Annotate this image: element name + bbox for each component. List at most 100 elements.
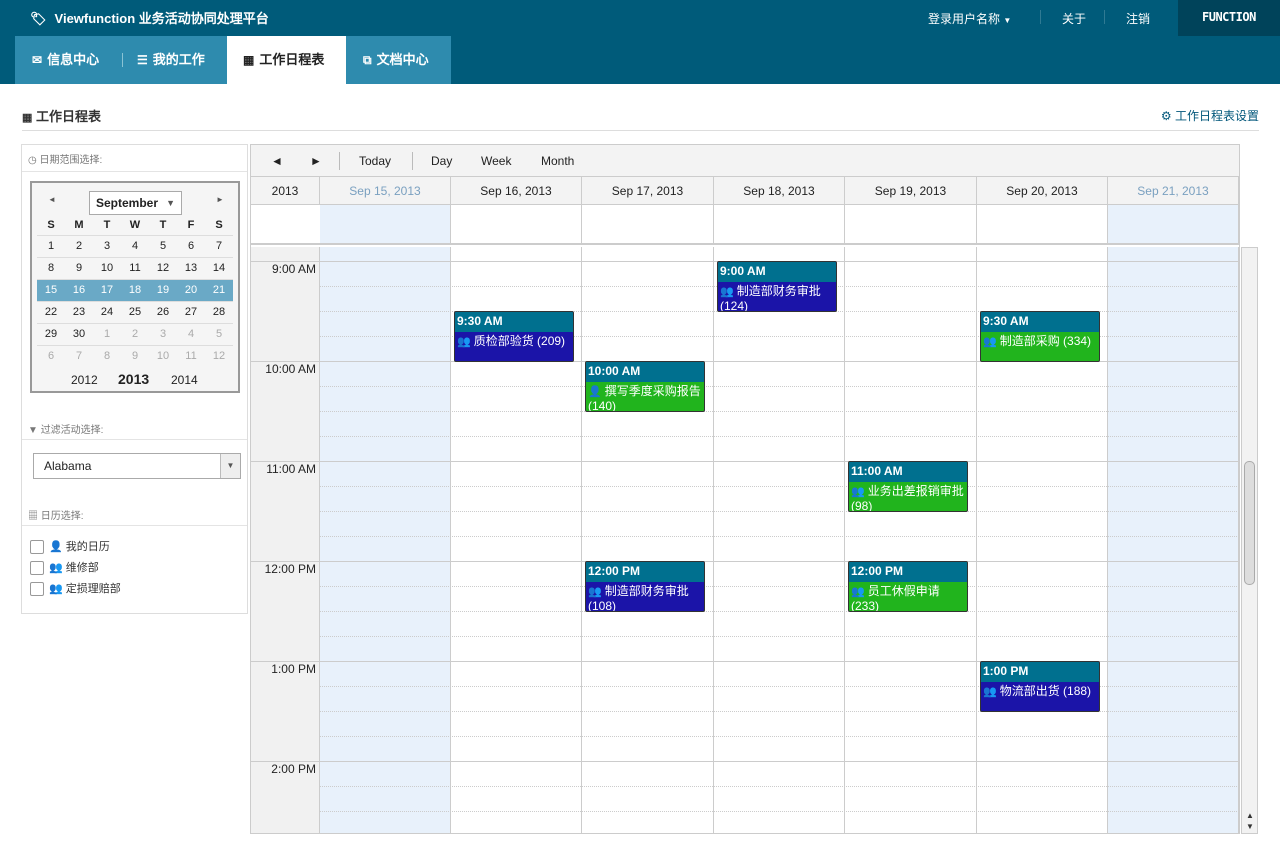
day-cell[interactable]: 18 [121, 280, 149, 301]
next-week-button[interactable]: ► [310, 154, 322, 168]
all-day-cell[interactable] [714, 205, 845, 243]
week-view-button[interactable]: Week [481, 154, 511, 168]
today-button[interactable]: Today [359, 154, 391, 168]
day-cell[interactable]: 24 [93, 302, 121, 323]
day-cell[interactable]: 9 [65, 258, 93, 279]
day-cell[interactable]: 7 [205, 236, 233, 257]
day-cell[interactable]: 26 [149, 302, 177, 323]
about-link[interactable]: 关于 [1062, 10, 1086, 27]
next-month-icon[interactable]: ► [216, 195, 224, 204]
all-day-cell[interactable] [977, 205, 1108, 243]
day-cell[interactable]: 22 [37, 302, 65, 323]
checkbox[interactable] [30, 540, 44, 555]
calendar-event[interactable]: 12:00 PM 👥 员工休假申请 (233) [848, 561, 968, 612]
vertical-scrollbar[interactable]: ▲ ▼ [1241, 247, 1258, 834]
group-icon: 👥 [983, 686, 997, 698]
year-prev[interactable]: 2012 [71, 373, 98, 387]
divider [22, 171, 247, 172]
day-cell[interactable]: 23 [65, 302, 93, 323]
calendar-event[interactable]: 11:00 AM 👥 业务出差报销审批 (98) [848, 461, 968, 512]
all-day-cell[interactable] [320, 205, 451, 243]
checkbox[interactable] [30, 582, 44, 597]
day-cell[interactable]: 4 [177, 324, 205, 345]
calendar-event[interactable]: 10:00 AM 👤 撰写季度采购报告 (140) [585, 361, 705, 412]
week-row[interactable]: 29 30 1 2 3 4 5 [37, 323, 233, 345]
prev-week-button[interactable]: ◄ [271, 154, 283, 168]
all-day-cell[interactable] [451, 205, 582, 243]
event-body: 👥 质检部验货 (209) [455, 332, 573, 349]
scroll-up-icon[interactable]: ▲ [1246, 811, 1254, 820]
year-next[interactable]: 2014 [171, 373, 198, 387]
day-cell[interactable]: 28 [205, 302, 233, 323]
day-cell[interactable]: 9 [121, 346, 149, 367]
calendar-event[interactable]: 9:30 AM 👥 质检部验货 (209) [454, 311, 574, 362]
tab-schedule[interactable]: ▦ 工作日程表 [227, 36, 346, 84]
day-cell[interactable]: 8 [93, 346, 121, 367]
month-view-button[interactable]: Month [541, 154, 574, 168]
scroll-down-icon[interactable]: ▼ [1246, 822, 1254, 831]
day-cell[interactable]: 4 [121, 236, 149, 257]
day-cell[interactable]: 10 [149, 346, 177, 367]
day-cell[interactable]: 27 [177, 302, 205, 323]
day-cell[interactable]: 12 [149, 258, 177, 279]
day-cell[interactable]: 3 [93, 236, 121, 257]
calendar-option-mine[interactable]: 👤 我的日历 [30, 538, 110, 555]
all-day-cell[interactable] [845, 205, 977, 243]
scroll-thumb[interactable] [1244, 461, 1255, 585]
week-row[interactable]: 1234567 [37, 235, 233, 257]
calendar-event[interactable]: 12:00 PM 👥 制造部财务审批 (108) [585, 561, 705, 612]
week-row[interactable]: 15 16 17 18 19 20 21 [37, 279, 233, 301]
month-select[interactable]: September ▼ [89, 191, 182, 215]
day-header: Sep 17, 2013 [582, 177, 714, 205]
schedule-settings-link[interactable]: ⚙ 工作日程表设置 [1161, 107, 1259, 124]
day-cell[interactable]: 17 [93, 280, 121, 301]
day-cell[interactable]: 15 [37, 280, 65, 301]
day-cell[interactable]: 25 [121, 302, 149, 323]
filter-select[interactable]: Alabama ▼ [33, 453, 241, 479]
user-menu[interactable]: 登录用户名称 ▼ [928, 10, 1011, 27]
day-cell[interactable]: 6 [177, 236, 205, 257]
day-cell[interactable]: 20 [177, 280, 205, 301]
day-cell[interactable]: 10 [93, 258, 121, 279]
logout-link[interactable]: 注销 [1126, 10, 1150, 27]
week-row[interactable]: 8 9 10 11 12 13 14 [37, 257, 233, 279]
app-logo[interactable]: 🏷 Viewfunction 业务活动协同处理平台 [30, 8, 269, 27]
day-cell[interactable]: 21 [205, 280, 233, 301]
year-current[interactable]: 2013 [118, 371, 149, 387]
calendar-option-claims[interactable]: 👥 定损理赔部 [30, 580, 121, 597]
day-cell[interactable]: 11 [177, 346, 205, 367]
tab-my-work[interactable]: ☰ 我的工作 [114, 36, 227, 84]
day-cell[interactable]: 7 [65, 346, 93, 367]
tab-documents[interactable]: ⧉ 文档中心 [346, 36, 451, 84]
day-cell[interactable]: 3 [149, 324, 177, 345]
day-cell[interactable]: 8 [37, 258, 65, 279]
calendar-event[interactable]: 1:00 PM 👥 物流部出货 (188) [980, 661, 1100, 712]
calendar-event[interactable]: 9:00 AM 👥 制造部财务审批 (124) [717, 261, 837, 312]
day-cell[interactable]: 12 [205, 346, 233, 367]
day-cell[interactable]: 6 [37, 346, 65, 367]
filter-label: ▼ 过滤活动选择: [28, 421, 103, 436]
day-cell[interactable]: 11 [121, 258, 149, 279]
all-day-cell[interactable] [1108, 205, 1239, 243]
day-cell[interactable]: 30 [65, 324, 93, 345]
day-cell[interactable]: 14 [205, 258, 233, 279]
calendar-event[interactable]: 9:30 AM 👥 制造部采购 (334) [980, 311, 1100, 362]
calendar-option-repair[interactable]: 👥 维修部 [30, 559, 99, 576]
day-cell[interactable]: 2 [121, 324, 149, 345]
day-cell[interactable]: 1 [37, 236, 65, 257]
prev-month-icon[interactable]: ◄ [48, 195, 56, 204]
all-day-cell[interactable] [582, 205, 714, 243]
day-cell[interactable]: 29 [37, 324, 65, 345]
day-cell[interactable]: 2 [65, 236, 93, 257]
day-cell[interactable]: 1 [93, 324, 121, 345]
day-cell[interactable]: 5 [149, 236, 177, 257]
day-view-button[interactable]: Day [431, 154, 452, 168]
day-cell[interactable]: 16 [65, 280, 93, 301]
week-row[interactable]: 6 7 8 9 10 11 12 [37, 345, 233, 367]
tab-info-center[interactable]: ✉ 信息中心 [15, 36, 114, 84]
checkbox[interactable] [30, 561, 44, 576]
day-cell[interactable]: 5 [205, 324, 233, 345]
day-cell[interactable]: 13 [177, 258, 205, 279]
day-cell[interactable]: 19 [149, 280, 177, 301]
week-row[interactable]: 22 23 24 25 26 27 28 [37, 301, 233, 323]
